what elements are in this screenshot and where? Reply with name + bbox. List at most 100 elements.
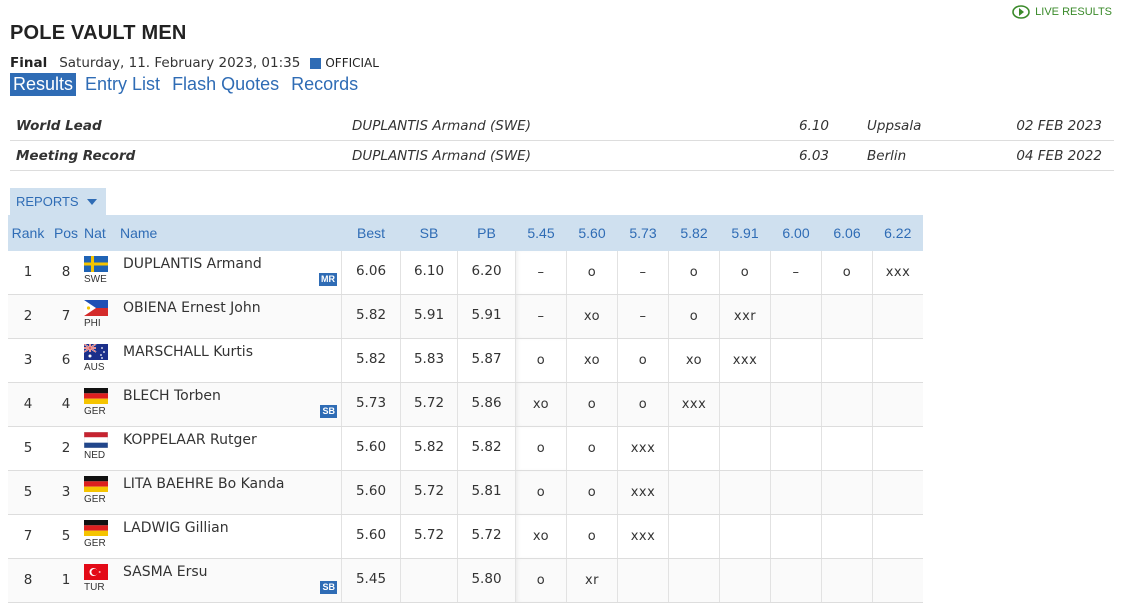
- name-cell: KOPPELAAR Rutger: [120, 426, 342, 471]
- attempt-value: xxx: [732, 353, 758, 368]
- athlete-name[interactable]: LITA BAEHRE Bo Kanda: [123, 476, 284, 492]
- col-best[interactable]: Best: [341, 215, 401, 251]
- attempt-value: o: [587, 397, 597, 412]
- rank-cell: 7: [8, 514, 48, 559]
- athlete-name[interactable]: KOPPELAAR Rutger: [123, 432, 257, 448]
- pos-value: 1: [61, 572, 71, 588]
- rank-value: 5: [23, 484, 33, 500]
- attempt-value: xo: [685, 353, 703, 368]
- attempt-value: [873, 295, 923, 309]
- attempt-value: [873, 471, 923, 485]
- rank-value: 3: [23, 352, 33, 368]
- rank-cell: 2: [8, 294, 48, 339]
- record-date: 02 FEB 2023: [955, 111, 1114, 141]
- pos-value: 3: [61, 484, 71, 500]
- result-row: 5 2 NED KOPPELAAR Rutger 5.60 5.82 5.82 o o xxx: [8, 426, 923, 471]
- tab-results[interactable]: Results: [10, 73, 77, 96]
- attempt-cell: [719, 426, 771, 471]
- attempt-value: xo: [583, 353, 601, 368]
- col-pos[interactable]: Pos: [48, 215, 84, 251]
- attempt-cell: –: [617, 294, 669, 339]
- attempt-cell: o: [566, 514, 618, 559]
- attempt-value: [669, 559, 719, 573]
- col-height: 5.60: [566, 215, 618, 251]
- attempt-value: o: [842, 265, 852, 280]
- attempt-value: [669, 427, 719, 441]
- reports-dropdown[interactable]: REPORTS: [10, 188, 106, 215]
- attempt-cell: o: [821, 251, 873, 295]
- attempt-value: xxx: [681, 397, 707, 412]
- rank-cell: 8: [8, 558, 48, 603]
- sb-cell: [400, 558, 458, 603]
- attempt-value: o: [587, 485, 597, 500]
- athlete-name[interactable]: BLECH Torben: [123, 388, 221, 404]
- pb-cell: 5.86: [457, 382, 516, 427]
- col-name[interactable]: Name: [120, 215, 342, 251]
- record-row: Meeting Record DUPLANTIS Armand (SWE) 6.…: [10, 140, 1114, 171]
- attempt-cell: [770, 426, 822, 471]
- pos-value: 5: [61, 528, 71, 544]
- rank-value: 7: [23, 528, 33, 544]
- pb-value: 5.72: [471, 527, 502, 543]
- attempt-value: [822, 295, 872, 309]
- col-sb[interactable]: SB: [400, 215, 458, 251]
- result-row: 3 6 AUS MARSCHALL Kurtis 5.82 5.83 5.87 o xo o xo x…: [8, 338, 923, 383]
- sb-value: 6.10: [413, 263, 445, 279]
- athlete-name[interactable]: SASMA Ersu: [123, 564, 208, 580]
- pb-cell: 5.91: [457, 294, 516, 339]
- athlete-name[interactable]: DUPLANTIS Armand: [123, 256, 262, 272]
- sb-cell: 5.72: [400, 514, 458, 559]
- tab-records[interactable]: Records: [287, 73, 362, 96]
- attempt-cell: o: [515, 470, 567, 515]
- record-mark: 6.10: [714, 111, 867, 141]
- tab-entry-list[interactable]: Entry List: [81, 73, 164, 96]
- attempt-cell: xr: [566, 558, 618, 603]
- flag-swe-icon: [84, 256, 108, 272]
- col-rank[interactable]: Rank: [8, 215, 48, 251]
- attempt-cell: o: [668, 294, 720, 339]
- attempt-cell: [872, 558, 923, 603]
- athlete-name[interactable]: LADWIG Gillian: [123, 520, 229, 536]
- record-date: 04 FEB 2022: [955, 140, 1114, 171]
- best-value: 6.06: [355, 263, 387, 279]
- col-height: 5.82: [668, 215, 720, 251]
- rank-cell: 5: [8, 426, 48, 471]
- attempt-value: o: [536, 353, 546, 368]
- pos-value: 4: [61, 396, 71, 412]
- pb-cell: 5.82: [457, 426, 516, 471]
- athlete-name[interactable]: MARSCHALL Kurtis: [123, 344, 253, 360]
- result-row: 1 8 SWE DUPLANTIS Armand MR 6.06 6.10 6.20 – o – o o…: [8, 251, 923, 295]
- col-nat[interactable]: Nat: [84, 215, 120, 251]
- attempt-cell: [668, 426, 720, 471]
- record-holder: DUPLANTIS Armand (SWE): [352, 140, 714, 171]
- flag-ned-icon: [84, 432, 108, 448]
- attempt-cell: [821, 338, 873, 383]
- name-cell: LITA BAEHRE Bo Kanda: [120, 470, 342, 515]
- athlete-name[interactable]: OBIENA Ernest John: [123, 300, 261, 316]
- attempt-value: –: [639, 265, 647, 280]
- official-status-icon: [310, 57, 322, 69]
- live-results-link[interactable]: LIVE RESULTS: [1012, 5, 1112, 19]
- pos-cell: 5: [48, 514, 84, 559]
- name-cell: OBIENA Ernest John: [120, 294, 342, 339]
- live-results-label: LIVE RESULTS: [1035, 6, 1112, 18]
- attempt-cell: [821, 382, 873, 427]
- attempt-value: [873, 383, 923, 397]
- attempt-value: [873, 339, 923, 353]
- rank-value: 8: [23, 572, 33, 588]
- attempt-value: o: [689, 265, 699, 280]
- name-cell: BLECH Torben SB: [120, 382, 342, 427]
- best-cell: 5.60: [341, 426, 401, 471]
- pb-value: 5.87: [471, 351, 502, 367]
- attempt-cell: xxr: [719, 294, 771, 339]
- attempt-cell: [821, 514, 873, 559]
- attempt-value: [771, 383, 821, 397]
- attempt-value: –: [639, 309, 647, 324]
- attempt-cell: o: [515, 338, 567, 383]
- sb-value: 5.91: [413, 307, 445, 323]
- attempt-cell: xo: [566, 338, 618, 383]
- col-pb[interactable]: PB: [457, 215, 516, 251]
- pb-cell: 5.72: [457, 514, 516, 559]
- tab-flash-quotes[interactable]: Flash Quotes: [168, 73, 283, 96]
- attempt-cell: [821, 558, 873, 603]
